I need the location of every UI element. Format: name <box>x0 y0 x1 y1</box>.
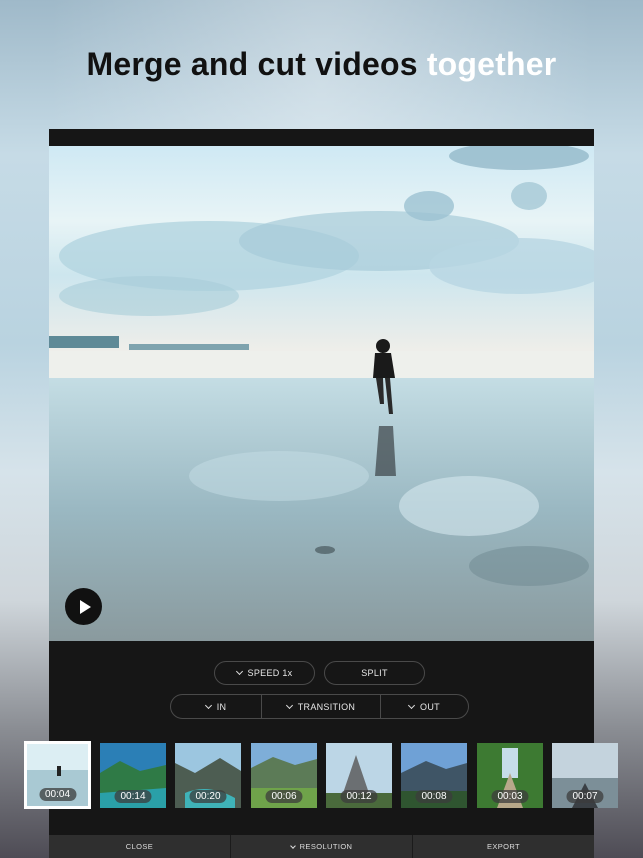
transition-segment: IN TRANSITION OUT <box>170 694 469 719</box>
clip-duration: 00:08 <box>415 790 453 803</box>
in-button[interactable]: IN <box>171 695 261 718</box>
clip-duration: 00:14 <box>114 790 152 803</box>
bottom-toolbar: CLOSE RESOLUTION EXPORT <box>49 835 594 858</box>
transition-button[interactable]: TRANSITION <box>261 695 380 718</box>
clip-duration: 00:03 <box>491 790 529 803</box>
clip-timeline: 00:04 00:14 00:20 00:06 00:12 00:08 00:0… <box>24 741 643 809</box>
clip-thumbnail[interactable]: 00:03 <box>477 743 543 808</box>
resolution-button[interactable]: RESOLUTION <box>230 835 412 858</box>
clip-duration: 00:04 <box>38 788 77 801</box>
speed-button[interactable]: SPEED 1x <box>214 661 315 685</box>
export-button[interactable]: EXPORT <box>412 835 594 858</box>
clip-thumbnail[interactable]: 00:06 <box>251 743 317 808</box>
out-label: OUT <box>420 701 440 712</box>
clip-thumbnail[interactable]: 00:07 <box>552 743 618 808</box>
chevron-down-icon <box>204 701 212 709</box>
speed-label: SPEED 1x <box>247 668 293 678</box>
close-button[interactable]: CLOSE <box>49 835 230 858</box>
headline-main: Merge and cut videos <box>86 46 418 82</box>
clip-duration: 00:06 <box>265 790 303 803</box>
clip-thumbnail[interactable]: 00:12 <box>326 743 392 808</box>
export-label: EXPORT <box>486 842 521 851</box>
chevron-down-icon <box>235 667 243 676</box>
transition-label: TRANSITION <box>297 701 356 712</box>
clip-duration: 00:20 <box>189 790 227 803</box>
headline: Merge and cut videos together <box>0 46 643 83</box>
out-button[interactable]: OUT <box>380 695 468 718</box>
video-preview[interactable] <box>49 146 594 641</box>
clip-thumbnail[interactable]: 00:14 <box>100 743 166 808</box>
split-label: SPLIT <box>361 668 388 678</box>
close-label: CLOSE <box>125 842 154 851</box>
in-label: IN <box>216 701 227 712</box>
resolution-label: RESOLUTION <box>299 842 353 851</box>
play-icon <box>79 599 91 614</box>
clip-duration: 00:12 <box>340 790 378 803</box>
split-button[interactable]: SPLIT <box>324 661 425 685</box>
chevron-down-icon <box>285 701 293 709</box>
clip-thumbnail[interactable]: 00:20 <box>175 743 241 808</box>
headline-accent: together <box>426 46 557 82</box>
chevron-down-icon <box>408 701 416 709</box>
clip-thumbnail[interactable]: 00:08 <box>401 743 467 808</box>
play-button[interactable] <box>65 588 102 625</box>
clip-thumbnail[interactable]: 00:04 <box>24 741 91 809</box>
clip-duration: 00:07 <box>566 790 604 803</box>
chevron-down-icon <box>289 842 296 849</box>
